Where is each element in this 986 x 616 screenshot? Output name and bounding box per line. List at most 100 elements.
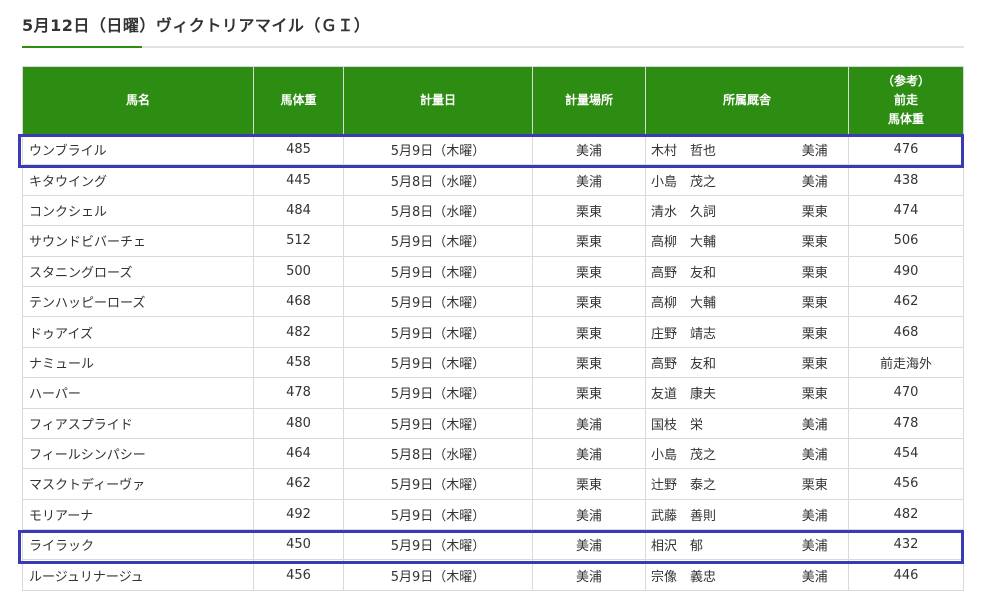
horse-name: フィアスプライド [22,407,254,439]
weigh-place: 栗東 [532,194,646,227]
weigh-place: 美浦 [532,498,646,531]
stable-location: 栗東 [781,194,850,227]
trainer-name: 武藤 善則 [645,498,782,531]
table-body: ウンブライル 485 5月9日（木曜） 美浦 木村 哲也 美浦 476 キタウイング 445 5月… [22,133,965,591]
table-row: ライラック 450 5月9日（木曜） 美浦 相沢 郁美浦 432 [22,529,965,561]
table-row: ドゥアイズ 482 5月9日（木曜） 栗東 庄野 靖志 栗東 468 [22,316,965,348]
stable-location: 美浦 [781,133,850,166]
col-header-name: 馬名 [22,66,254,135]
weigh-date: 5月8日（水曜） [343,194,533,227]
table-row: ハーパー 478 5月9日（木曜） 栗東 友道 康夫 栗東 470 [22,377,965,409]
body-weight: 462 [253,468,344,500]
horse-name: モリアーナ [22,498,254,531]
prev-weight-race-label: 前走 [894,93,919,107]
trainer-name: 辻野 泰之 [645,468,782,500]
prev-body-weight: 506 [848,225,965,257]
weigh-date: 5月9日（木曜） [343,225,533,257]
weigh-place: 栗東 [532,285,646,318]
col-header-place: 計量場所 [532,66,646,135]
weigh-date: 5月9日（木曜） [343,468,533,500]
body-weight: 482 [253,316,344,348]
table-row: ルージュリナージュ 456 5月9日（木曜） 美浦 宗像 義忠 美浦 446 [22,559,965,591]
weigh-date: 5月9日（木曜） [343,285,533,318]
table-row: ウンブライル 485 5月9日（木曜） 美浦 木村 哲也 美浦 476 [22,133,965,166]
weigh-place: 栗東 [532,377,646,409]
table-row: コンクシェル 484 5月8日（水曜） 栗東 清水 久詞 栗東 474 [22,194,965,227]
body-weight: 478 [253,377,344,409]
stable-location: 栗東 [781,377,850,409]
horse-name: ドゥアイズ [22,316,254,348]
horse-name: ウンブライル [22,133,254,166]
table-header: 馬名 馬体重 計量日 計量場所 所属厩舎 （参考） 前走 馬体重 [22,66,965,135]
weigh-date: 5月8日（水曜） [343,164,533,196]
col-header-weight: 馬体重 [253,66,344,135]
trainer-name: 相沢 郁 [645,529,782,561]
prev-body-weight: 474 [848,194,965,227]
horse-name: ルージュリナージュ [22,559,254,591]
weigh-date: 5月9日（木曜） [343,559,533,591]
trainer-name: 木村 哲也 [645,133,782,166]
col-header-date: 計量日 [343,66,533,135]
trainer-name: 小島 茂之 [645,164,782,196]
weigh-date: 5月9日（木曜） [343,529,533,561]
weigh-date: 5月9日（木曜） [343,498,533,531]
table-row: サウンドビバーチェ 512 5月9日（木曜） 栗東 高柳 大輔 栗東 506 [22,225,965,257]
horse-name: キタウイング [22,164,254,196]
prev-body-weight: 432 [848,529,965,561]
stable-location: 美浦 [781,164,850,196]
prev-body-weight: 476 [848,133,965,166]
weigh-date: 5月9日（木曜） [343,255,533,287]
horse-name: コンクシェル [22,194,254,227]
stable-location: 栗東 [781,346,850,379]
table-row: フィールシンパシー 464 5月8日（水曜） 美浦 小島 茂之 美浦 454 [22,437,965,470]
stable-location: 栗東 [781,255,850,287]
horse-name: マスクトディーヴァ [22,468,254,500]
trainer-name: 宗像 義忠 [645,559,782,591]
trainer-name: 高柳 大輔 [645,225,782,257]
body-weight: 468 [253,285,344,318]
prev-body-weight: 478 [848,407,965,439]
table-row: キタウイング 445 5月8日（水曜） 美浦 小島 茂之 美浦 438 [22,164,965,196]
weigh-date: 5月9日（木曜） [343,377,533,409]
page-title: 5月12日（日曜）ヴィクトリアマイル（ＧＩ） [22,16,371,35]
trainer-name: 友道 康夫 [645,377,782,409]
weigh-place: 栗東 [532,468,646,500]
stable-location: 栗東 [781,316,850,348]
prev-body-weight: 490 [848,255,965,287]
prev-weight-label: 馬体重 [888,112,925,126]
body-weight: 492 [253,498,344,531]
stable-location: 美浦 [781,437,850,470]
weigh-place: 美浦 [532,164,646,196]
body-weight: 512 [253,225,344,257]
table-row: ナミュール 458 5月9日（木曜） 栗東 高野 友和 栗東 前走海外 [22,346,965,379]
weigh-place: 美浦 [532,559,646,591]
body-weight: 500 [253,255,344,287]
trainer-name: 清水 久詞 [645,194,782,227]
stable-location: 美浦 [781,559,850,591]
table-row: フィアスプライド 480 5月9日（木曜） 美浦 国枝 栄美浦 478 [22,407,965,439]
stable-location: 栗東 [781,285,850,318]
body-weight: 484 [253,194,344,227]
table-row: スタニングローズ 500 5月9日（木曜） 栗東 高野 友和 栗東 490 [22,255,965,287]
horse-name: サウンドビバーチェ [22,225,254,257]
weigh-date: 5月8日（水曜） [343,437,533,470]
weigh-date: 5月9日（木曜） [343,346,533,379]
trainer-name: 国枝 栄 [645,407,782,439]
col-header-stable: 所属厩舎 [644,66,850,135]
prev-body-weight: 456 [848,468,965,500]
horse-name: ハーパー [22,377,254,409]
body-weight: 456 [253,559,344,591]
prev-weight-ref-label: （参考） [882,74,931,88]
weigh-place: 美浦 [532,133,646,166]
weigh-date: 5月9日（木曜） [343,133,533,166]
weigh-place: 美浦 [532,407,646,439]
body-weight: 464 [253,437,344,470]
trainer-name: 小島 茂之 [645,437,782,470]
weigh-place: 栗東 [532,346,646,379]
body-weight: 458 [253,346,344,379]
body-weight: 480 [253,407,344,439]
trainer-name: 高柳 大輔 [645,285,782,318]
body-weight: 485 [253,133,344,166]
weigh-date: 5月9日（木曜） [343,316,533,348]
col-header-prev-weight: （参考） 前走 馬体重 [848,66,965,135]
